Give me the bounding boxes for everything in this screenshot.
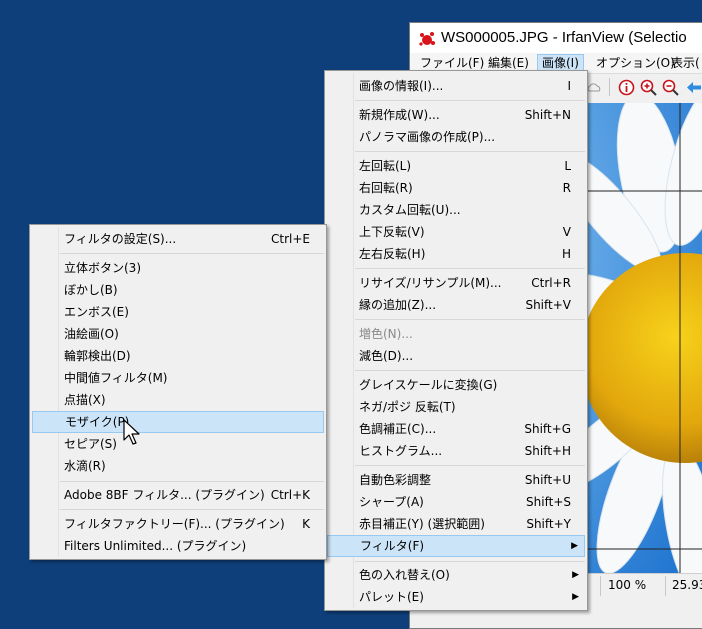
menu-item-new[interactable]: 新規作成(W)... Shift+N — [327, 104, 585, 126]
menu-item-sharpen[interactable]: シャープ(A) Shift+S — [327, 491, 585, 513]
zoom-out-icon[interactable] — [662, 79, 679, 96]
status-size: 25.93 — [672, 578, 702, 592]
arrow-left-icon[interactable] — [686, 80, 702, 95]
menu-item-filter-factory[interactable]: フィルタファクトリー(F)... (プラグイン) K — [32, 513, 324, 535]
menu-item-swap-colors[interactable]: 色の入れ替え(O) ▶ — [327, 564, 585, 586]
menu-item-blur[interactable]: ぼかし(B) — [32, 279, 324, 301]
menu-item-panorama[interactable]: パノラマ画像の作成(P)... — [327, 126, 585, 148]
cloud-icon[interactable] — [586, 80, 602, 96]
irfanview-app-icon — [419, 32, 435, 46]
submenu-arrow-icon: ▶ — [571, 541, 578, 551]
menu-file[interactable]: ファイル(F) — [416, 55, 488, 71]
image-menu: 画像の情報(I)... I 新規作成(W)... Shift+N パノラマ画像の作成… — [324, 70, 588, 611]
menu-item-flip-vertical[interactable]: 上下反転(V) V — [327, 221, 585, 243]
menu-options[interactable]: オプション(O) — [592, 55, 679, 71]
menu-item-waterdrop[interactable]: 水滴(R) — [32, 455, 324, 477]
menu-item-histogram[interactable]: ヒストグラム... Shift+H — [327, 440, 585, 462]
menu-item-grayscale[interactable]: グレイスケールに変換(G) — [327, 374, 585, 396]
title-bar[interactable]: WS000005.JPG - IrfanView (Selectio — [410, 23, 702, 53]
menu-item-color-correction[interactable]: 色調補正(C)... Shift+G — [327, 418, 585, 440]
info-icon[interactable] — [618, 79, 635, 96]
menu-view[interactable]: 表示( — [667, 55, 702, 71]
menu-item-negative[interactable]: ネガ/ポジ 反転(T) — [327, 396, 585, 418]
menu-item-3d-button[interactable]: 立体ボタン(3) — [32, 257, 324, 279]
menu-item-rotate-left[interactable]: 左回転(L) L — [327, 155, 585, 177]
submenu-arrow-icon: ▶ — [572, 592, 579, 602]
menu-item-mosaic[interactable]: モザイク(P) — [32, 411, 324, 433]
window-title: WS000005.JPG - IrfanView (Selectio — [441, 29, 687, 46]
menu-item-increase-colors: 増色(N)... — [359, 327, 413, 341]
menu-item-decrease-colors[interactable]: 減色(D)... — [327, 345, 585, 367]
menu-item-resize[interactable]: リサイズ/リサンプル(M)... Ctrl+R — [327, 272, 585, 294]
menu-item-sepia[interactable]: セピア(S) — [32, 433, 324, 455]
menu-item-image-info[interactable]: 画像の情報(I)... I — [327, 75, 585, 97]
menu-edit[interactable]: 編集(E) — [484, 55, 533, 71]
status-zoom: 100 % — [608, 578, 647, 592]
menu-item-auto-color[interactable]: 自動色彩調整 Shift+U — [327, 469, 585, 491]
menu-item-filters-unlimited[interactable]: Filters Unlimited... (プラグイン) — [32, 535, 324, 557]
filter-submenu: フィルタの設定(S)... Ctrl+E 立体ボタン(3) ぼかし(B) エンボス… — [29, 224, 327, 560]
menu-item-oil-paint[interactable]: 油絵画(O) — [32, 323, 324, 345]
menu-item-adobe-8bf[interactable]: Adobe 8BF フィルタ... (プラグイン) Ctrl+K — [32, 484, 324, 506]
menu-item-flip-horizontal[interactable]: 左右反転(H) H — [327, 243, 585, 265]
menu-item-stipple[interactable]: 点描(X) — [32, 389, 324, 411]
menu-item-add-border[interactable]: 縁の追加(Z)... Shift+V — [327, 294, 585, 316]
menu-item-palette[interactable]: パレット(E) ▶ — [327, 586, 585, 608]
mouse-cursor-icon — [123, 419, 140, 445]
zoom-in-icon[interactable] — [640, 79, 657, 96]
menu-item-edge-detect[interactable]: 輪郭検出(D) — [32, 345, 324, 367]
menu-item-custom-rotate[interactable]: カスタム回転(U)... — [327, 199, 585, 221]
submenu-arrow-icon: ▶ — [572, 570, 579, 580]
menu-item-filter[interactable]: フィルタ(F) ▶ — [327, 535, 585, 557]
menu-item-red-eye[interactable]: 赤目補正(Y) (選択範囲) Shift+Y — [327, 513, 585, 535]
menu-item-emboss[interactable]: エンボス(E) — [32, 301, 324, 323]
menu-item-rotate-right[interactable]: 右回転(R) R — [327, 177, 585, 199]
menu-item-filter-settings[interactable]: フィルタの設定(S)... Ctrl+E — [32, 228, 324, 250]
menu-item-median-filter[interactable]: 中間値フィルタ(M) — [32, 367, 324, 389]
